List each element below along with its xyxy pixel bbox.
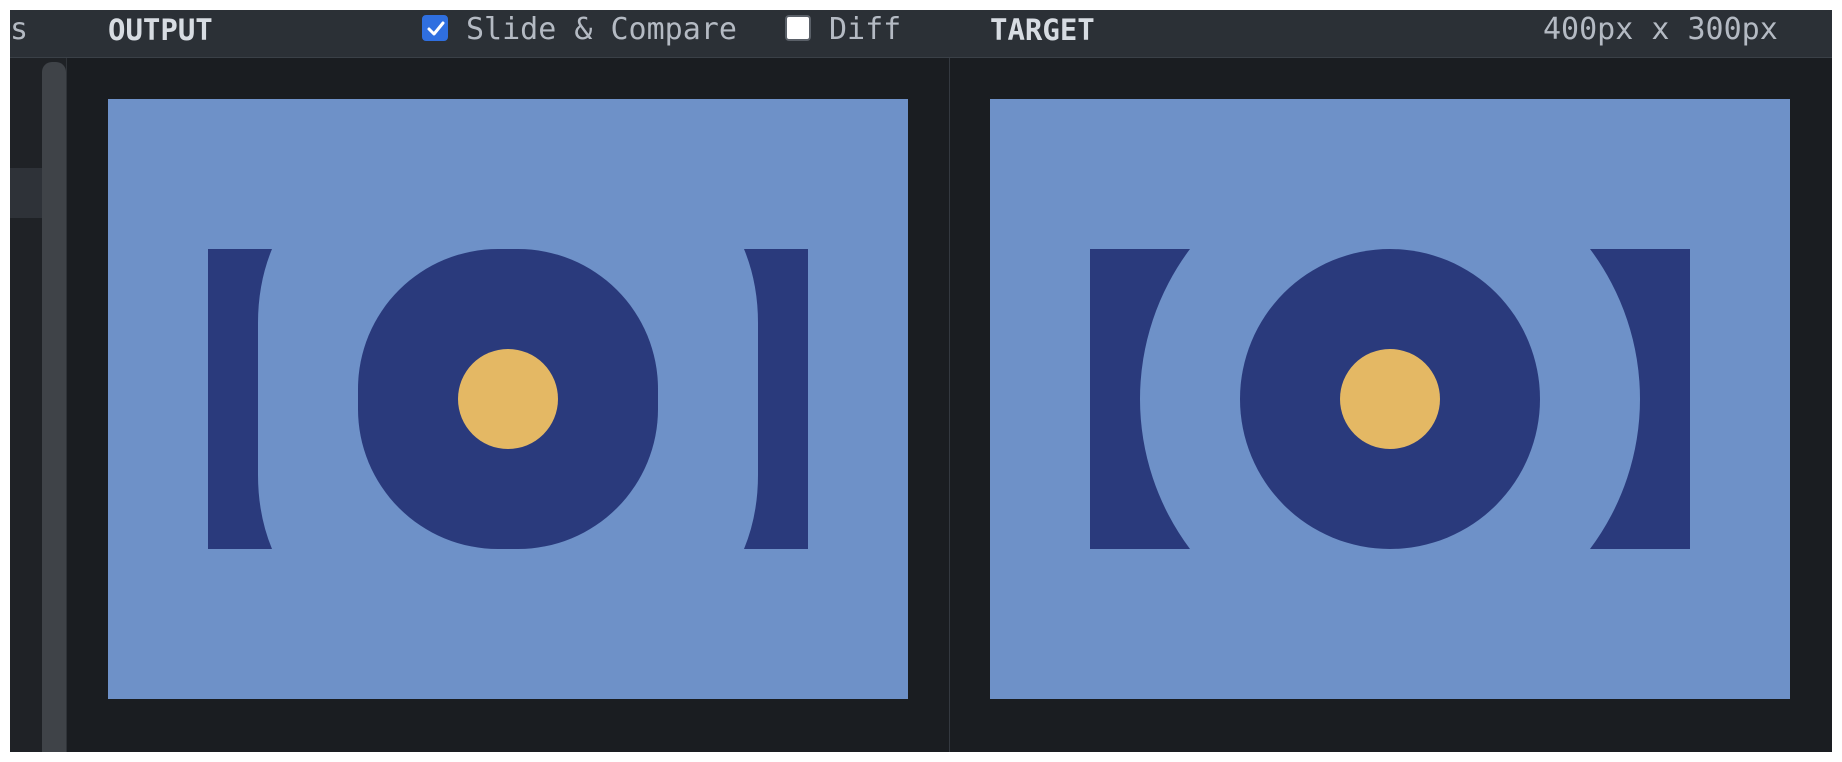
slide-compare-checkbox[interactable]	[422, 15, 448, 41]
output-title: OUTPUT	[108, 13, 213, 47]
header-bar: s OUTPUT Slide & Compare Diff TARGET 400…	[10, 10, 1832, 58]
output-preview[interactable]	[108, 99, 908, 699]
diff-checkbox[interactable]	[785, 15, 811, 41]
sidebar-selected-item[interactable]	[10, 168, 42, 218]
panel-divider[interactable]	[949, 58, 950, 752]
checkbox-checked-icon	[427, 21, 445, 36]
slide-compare-label[interactable]: Slide & Compare	[466, 10, 737, 50]
diff-label[interactable]: Diff	[829, 10, 901, 50]
target-preview[interactable]	[990, 99, 1790, 699]
truncated-sidebar-text: s	[10, 12, 29, 47]
target-center-dot	[1340, 349, 1440, 449]
app-frame: s OUTPUT Slide & Compare Diff TARGET 400…	[10, 10, 1832, 752]
vertical-scrollbar[interactable]	[42, 62, 66, 752]
output-center-dot	[458, 349, 558, 449]
dimensions-label: 400px x 300px	[1543, 12, 1778, 47]
target-title: TARGET	[990, 13, 1095, 47]
